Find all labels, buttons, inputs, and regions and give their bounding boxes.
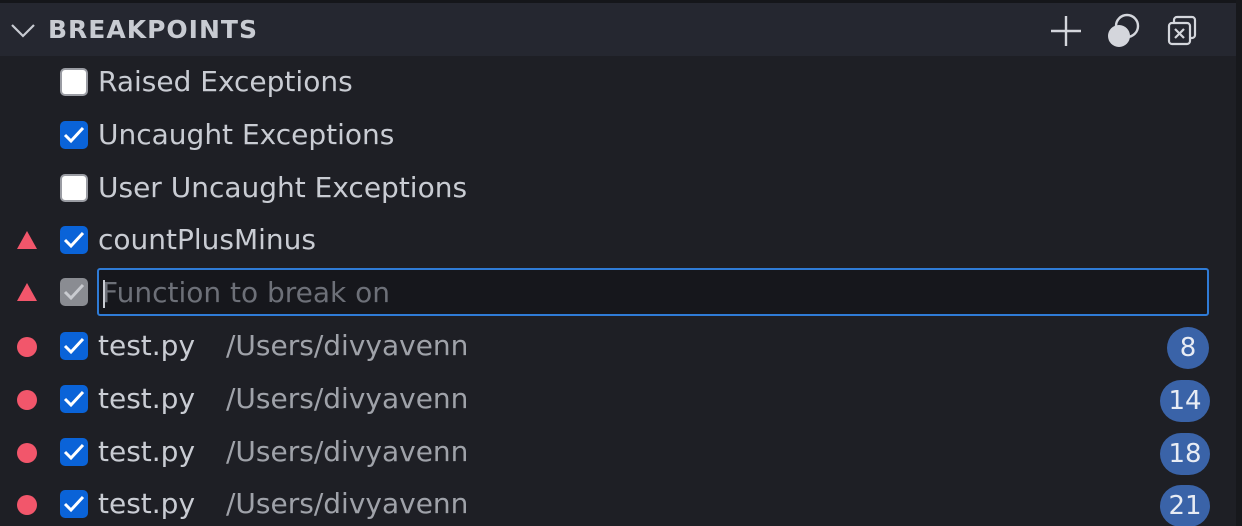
function-breakpoint-triangle-icon [16, 230, 38, 252]
exception-label: User Uncaught Exceptions [98, 171, 468, 204]
section-title: BREAKPOINTS [48, 15, 258, 44]
source-breakpoint-row[interactable]: test.py /Users/divyavenn 21 [0, 478, 1236, 526]
function-breakpoint-label: countPlusMinus [98, 223, 317, 256]
scrollbar[interactable] [1236, 0, 1242, 526]
source-breakpoint-checkbox[interactable] [60, 490, 88, 518]
breakpoint-file-path: /Users/divyavenn [226, 435, 469, 468]
exception-breakpoint-row[interactable]: Uncaught Exceptions [0, 109, 1236, 161]
checkmark-icon [63, 443, 85, 461]
function-name-input[interactable] [99, 270, 1207, 314]
source-breakpoint-row[interactable]: test.py /Users/divyavenn 8 [0, 320, 1236, 372]
exception-checkbox[interactable] [60, 121, 88, 149]
plus-icon [1051, 16, 1081, 46]
breakpoints-header[interactable]: BREAKPOINTS [0, 3, 1236, 56]
function-breakpoint-row[interactable]: countPlusMinus [0, 214, 1236, 266]
remove-all-breakpoints-icon [1167, 15, 1197, 46]
breakpoint-file-path: /Users/divyavenn [226, 329, 469, 362]
breakpoint-file-name: test.py [98, 329, 196, 362]
source-breakpoint-row[interactable]: test.py /Users/divyavenn 18 [0, 426, 1236, 478]
breakpoint-dot-icon [16, 389, 38, 411]
breakpoint-file-path: /Users/divyavenn [226, 487, 469, 520]
exception-checkbox[interactable] [60, 68, 88, 96]
checkmark-icon [63, 126, 85, 144]
checkmark-icon [63, 337, 85, 355]
text-caret [103, 280, 105, 308]
breakpoints-panel: BREAKPOINTS Raised Exceptions Uncaught E… [0, 0, 1236, 526]
exception-checkbox[interactable] [60, 174, 88, 202]
toggle-activate-breakpoints-icon [1108, 13, 1140, 47]
breakpoint-dot-icon [16, 336, 38, 358]
remove-all-breakpoints-button[interactable] [1162, 11, 1202, 51]
breakpoint-file-name: test.py [98, 382, 196, 415]
line-number-badge: 8 [1167, 327, 1209, 369]
line-number-badge: 18 [1160, 433, 1210, 475]
checkmark-icon [63, 390, 85, 408]
exception-breakpoint-row[interactable]: User Uncaught Exceptions [0, 162, 1236, 214]
add-function-breakpoint-button[interactable] [1046, 11, 1086, 51]
checkmark-icon [63, 283, 85, 301]
source-breakpoint-checkbox[interactable] [60, 385, 88, 413]
new-function-breakpoint-checkbox [60, 278, 88, 306]
line-number-badge: 14 [1160, 380, 1210, 422]
function-breakpoint-input-box[interactable] [97, 268, 1209, 316]
breakpoint-file-name: test.py [98, 487, 196, 520]
checkmark-icon [63, 495, 85, 513]
checkmark-icon [63, 231, 85, 249]
source-breakpoint-checkbox[interactable] [60, 438, 88, 466]
exception-breakpoint-row[interactable]: Raised Exceptions [0, 56, 1236, 108]
exception-label: Uncaught Exceptions [98, 118, 395, 151]
line-number-badge: 21 [1160, 485, 1210, 526]
toggle-activate-breakpoints-button[interactable] [1104, 11, 1144, 51]
source-breakpoint-row[interactable]: test.py /Users/divyavenn 14 [0, 373, 1236, 425]
function-breakpoint-triangle-icon [16, 282, 38, 304]
exception-label: Raised Exceptions [98, 65, 353, 98]
breakpoint-dot-icon [16, 442, 38, 464]
source-breakpoint-checkbox[interactable] [60, 332, 88, 360]
breakpoint-file-name: test.py [98, 435, 196, 468]
breakpoint-file-path: /Users/divyavenn [226, 382, 469, 415]
breakpoint-dot-icon [16, 494, 38, 516]
function-breakpoint-checkbox[interactable] [60, 226, 88, 254]
chevron-down-icon[interactable] [10, 19, 36, 43]
